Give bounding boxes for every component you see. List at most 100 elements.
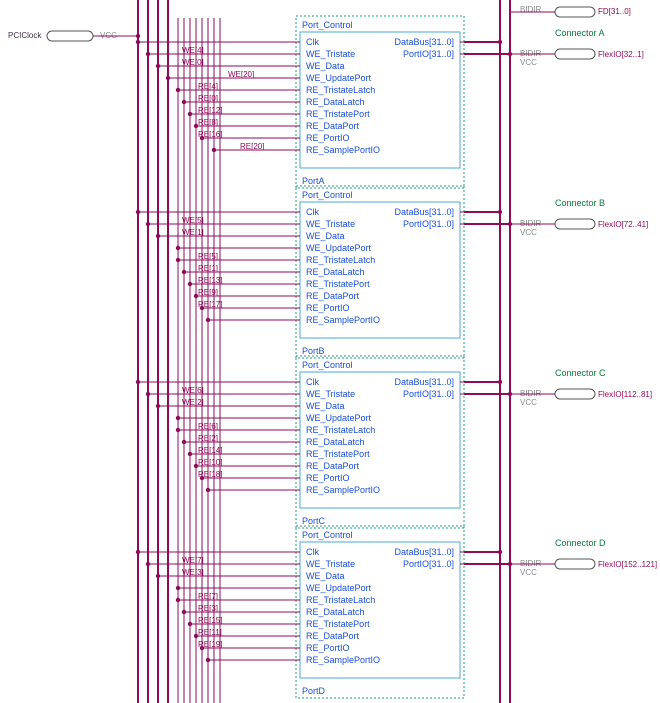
svg-text:WE_Tristate: WE_Tristate	[306, 559, 355, 569]
svg-text:WE[1]: WE[1]	[182, 228, 204, 237]
svg-text:Connector D: Connector D	[555, 538, 606, 548]
svg-text:RE[19]: RE[19]	[198, 640, 222, 649]
svg-text:RE_PortIO: RE_PortIO	[306, 643, 350, 653]
svg-text:WE_UpdatePort: WE_UpdatePort	[306, 413, 372, 423]
svg-text:RE_SamplePortIO: RE_SamplePortIO	[306, 655, 380, 665]
svg-text:RE[8]: RE[8]	[198, 118, 218, 127]
svg-text:RE_SamplePortIO: RE_SamplePortIO	[306, 315, 380, 325]
svg-text:RE_DataLatch: RE_DataLatch	[306, 437, 365, 447]
svg-text:WE[20]: WE[20]	[228, 70, 254, 79]
svg-text:Port_Control: Port_Control	[302, 20, 353, 30]
svg-text:RE_DataPort: RE_DataPort	[306, 631, 360, 641]
svg-text:VCC: VCC	[520, 58, 537, 67]
svg-text:RE_SamplePortIO: RE_SamplePortIO	[306, 145, 380, 155]
svg-text:RE[5]: RE[5]	[198, 252, 218, 261]
svg-text:RE_TristateLatch: RE_TristateLatch	[306, 85, 375, 95]
svg-text:Connector B: Connector B	[555, 198, 605, 208]
svg-text:RE[6]: RE[6]	[198, 422, 218, 431]
svg-text:RE_DataPort: RE_DataPort	[306, 291, 360, 301]
svg-text:RE[18]: RE[18]	[198, 470, 222, 479]
svg-text:RE[17]: RE[17]	[198, 300, 222, 309]
svg-text:RE_TristatePort: RE_TristatePort	[306, 279, 370, 289]
svg-text:WE_Tristate: WE_Tristate	[306, 219, 355, 229]
svg-text:RE_TristatePort: RE_TristatePort	[306, 109, 370, 119]
svg-text:WE[6]: WE[6]	[182, 386, 204, 395]
svg-text:WE_Data: WE_Data	[306, 231, 345, 241]
svg-text:PortIO[31..0]: PortIO[31..0]	[403, 49, 454, 59]
svg-text:RE_DataPort: RE_DataPort	[306, 121, 360, 131]
svg-text:VCC: VCC	[520, 228, 537, 237]
svg-text:RE[9]: RE[9]	[198, 288, 218, 297]
svg-text:PCIClock: PCIClock	[8, 31, 42, 40]
svg-text:RE[2]: RE[2]	[198, 434, 218, 443]
svg-text:Clk: Clk	[306, 37, 319, 47]
svg-text:WE[2]: WE[2]	[182, 398, 204, 407]
svg-text:WE_Data: WE_Data	[306, 61, 345, 71]
svg-text:Connector C: Connector C	[555, 368, 606, 378]
svg-text:Clk: Clk	[306, 207, 319, 217]
svg-text:FlexIO[72..41]: FlexIO[72..41]	[598, 220, 648, 229]
svg-text:PortD: PortD	[302, 686, 326, 696]
svg-text:RE[0]: RE[0]	[198, 94, 218, 103]
svg-text:WE_Data: WE_Data	[306, 401, 345, 411]
svg-text:RE_DataLatch: RE_DataLatch	[306, 607, 365, 617]
svg-text:RE[10]: RE[10]	[198, 458, 222, 467]
svg-text:Port_Control: Port_Control	[302, 530, 353, 540]
svg-text:RE[14]: RE[14]	[198, 446, 222, 455]
svg-text:FlexIO[32..1]: FlexIO[32..1]	[598, 50, 644, 59]
svg-text:Port_Control: Port_Control	[302, 360, 353, 370]
svg-text:RE_TristateLatch: RE_TristateLatch	[306, 595, 375, 605]
svg-text:FlexIO[112..81]: FlexIO[112..81]	[598, 390, 652, 399]
svg-text:RE[20]: RE[20]	[240, 142, 264, 151]
svg-text:RE_SamplePortIO: RE_SamplePortIO	[306, 485, 380, 495]
svg-text:WE[3]: WE[3]	[182, 568, 204, 577]
svg-text:DataBus[31..0]: DataBus[31..0]	[394, 377, 454, 387]
svg-text:RE[3]: RE[3]	[198, 604, 218, 613]
svg-text:RE[11]: RE[11]	[198, 628, 222, 637]
svg-text:RE_TristateLatch: RE_TristateLatch	[306, 255, 375, 265]
svg-text:Connector A: Connector A	[555, 28, 605, 38]
svg-text:WE_Tristate: WE_Tristate	[306, 49, 355, 59]
svg-text:WE_Tristate: WE_Tristate	[306, 389, 355, 399]
svg-text:RE_TristatePort: RE_TristatePort	[306, 449, 370, 459]
svg-text:RE_PortIO: RE_PortIO	[306, 303, 350, 313]
svg-text:DataBus[31..0]: DataBus[31..0]	[394, 207, 454, 217]
svg-text:WE[5]: WE[5]	[182, 216, 204, 225]
svg-text:RE[4]: RE[4]	[198, 82, 218, 91]
svg-text:BIDIR: BIDIR	[520, 5, 542, 14]
svg-text:PortB: PortB	[302, 346, 325, 356]
svg-text:RE_PortIO: RE_PortIO	[306, 473, 350, 483]
svg-text:PortIO[31..0]: PortIO[31..0]	[403, 219, 454, 229]
svg-text:Clk: Clk	[306, 547, 319, 557]
svg-text:RE[15]: RE[15]	[198, 616, 222, 625]
svg-text:WE[0]: WE[0]	[182, 58, 204, 67]
svg-text:Clk: Clk	[306, 377, 319, 387]
svg-text:WE_UpdatePort: WE_UpdatePort	[306, 243, 372, 253]
svg-text:Port_Control: Port_Control	[302, 190, 353, 200]
svg-text:VCC: VCC	[520, 568, 537, 577]
svg-text:DataBus[31..0]: DataBus[31..0]	[394, 37, 454, 47]
svg-text:WE_Data: WE_Data	[306, 571, 345, 581]
svg-text:RE_TristatePort: RE_TristatePort	[306, 619, 370, 629]
svg-text:WE_UpdatePort: WE_UpdatePort	[306, 73, 372, 83]
svg-text:DataBus[31..0]: DataBus[31..0]	[394, 547, 454, 557]
svg-text:RE[13]: RE[13]	[198, 276, 222, 285]
svg-text:WE[7]: WE[7]	[182, 556, 204, 565]
svg-text:RE[16]: RE[16]	[198, 130, 222, 139]
svg-text:WE_UpdatePort: WE_UpdatePort	[306, 583, 372, 593]
svg-text:PortIO[31..0]: PortIO[31..0]	[403, 559, 454, 569]
svg-text:PortA: PortA	[302, 176, 325, 186]
svg-text:RE_TristateLatch: RE_TristateLatch	[306, 425, 375, 435]
svg-text:PortC: PortC	[302, 516, 326, 526]
svg-text:RE_DataPort: RE_DataPort	[306, 461, 360, 471]
svg-text:RE[1]: RE[1]	[198, 264, 218, 273]
svg-text:PortIO[31..0]: PortIO[31..0]	[403, 389, 454, 399]
svg-text:RE[12]: RE[12]	[198, 106, 222, 115]
svg-text:RE_DataLatch: RE_DataLatch	[306, 267, 365, 277]
svg-text:FD[31..0]: FD[31..0]	[598, 7, 631, 16]
svg-text:RE_DataLatch: RE_DataLatch	[306, 97, 365, 107]
svg-text:RE_PortIO: RE_PortIO	[306, 133, 350, 143]
svg-text:VCC: VCC	[520, 398, 537, 407]
svg-text:FlexIO[152..121]: FlexIO[152..121]	[598, 560, 657, 569]
schematic-canvas: PCIClock VCC BIDIR FD[31..0] Port_Control Por…	[0, 0, 660, 703]
